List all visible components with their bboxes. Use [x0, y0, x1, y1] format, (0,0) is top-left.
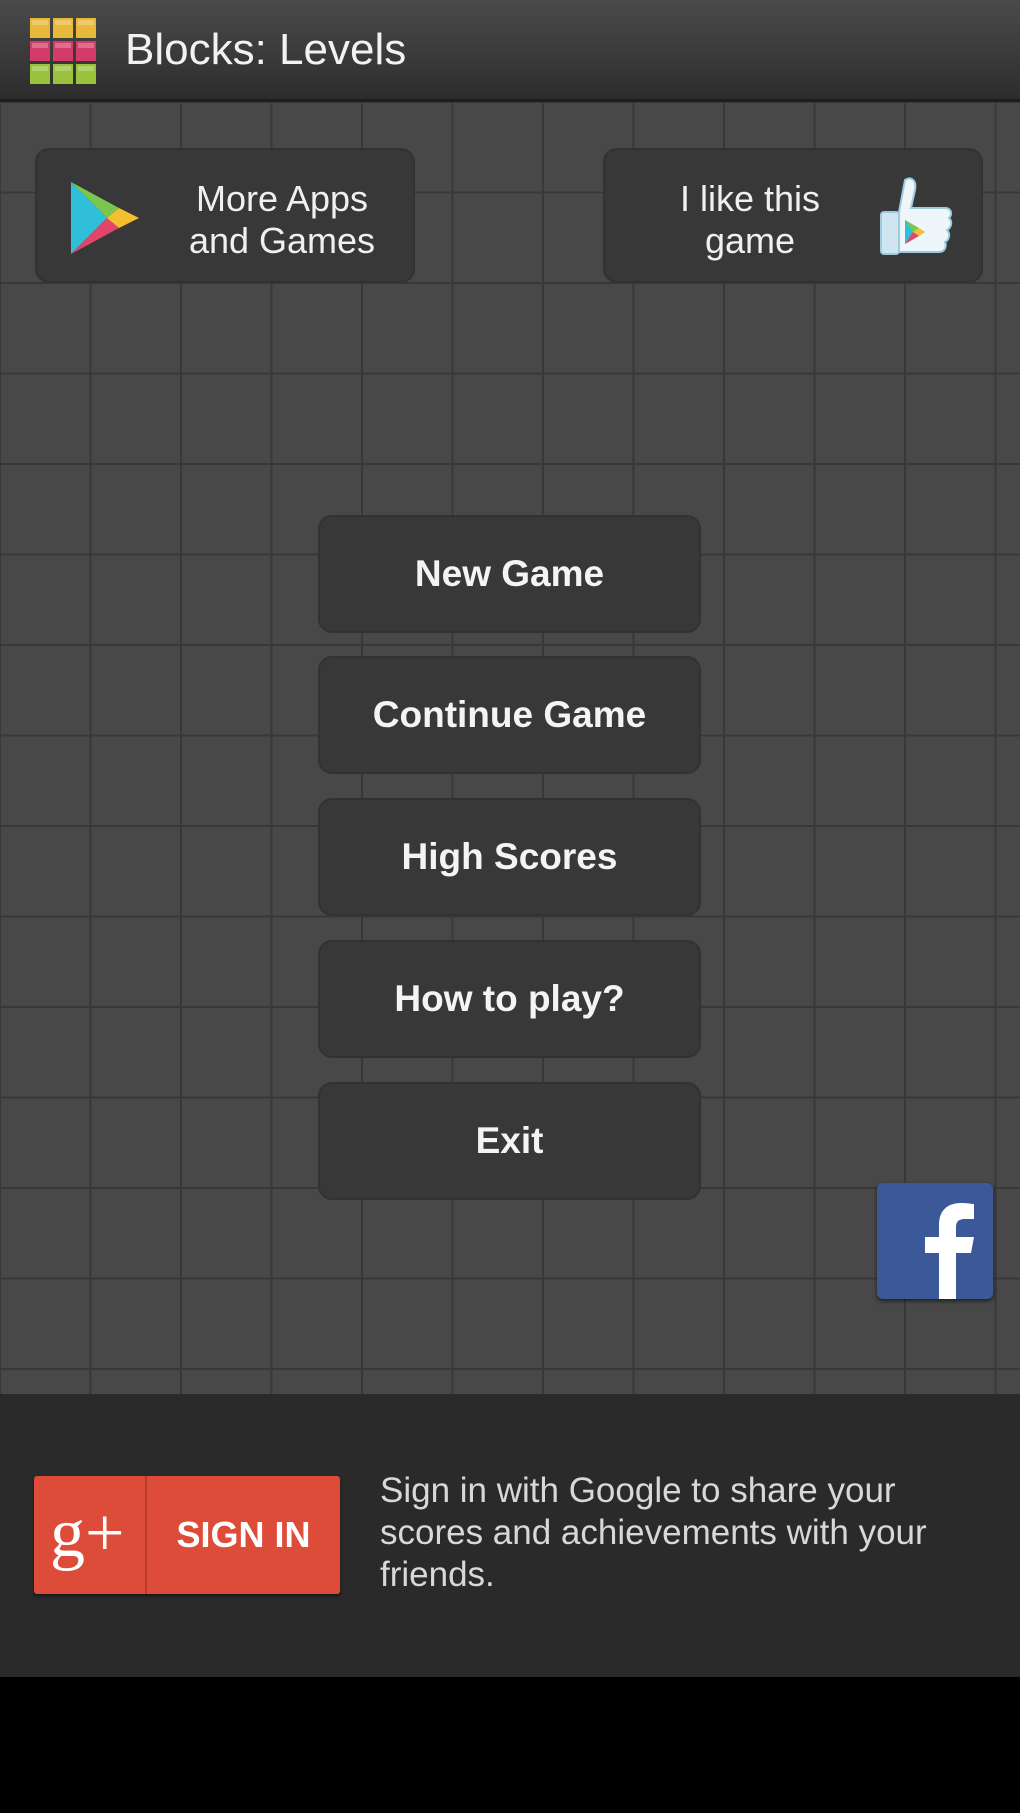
signin-description: Sign in with Google to share your scores…: [380, 1471, 927, 1594]
like-game-button[interactable]: I like this game: [603, 148, 983, 283]
action-bar: Blocks: Levels: [0, 0, 1020, 102]
more-apps-label-line2: and Games: [188, 220, 376, 261]
exit-button[interactable]: Exit: [318, 1082, 701, 1200]
new-game-button[interactable]: New Game: [318, 515, 701, 633]
more-apps-label-line1: More Apps: [195, 178, 369, 219]
how-to-play-button[interactable]: How to play?: [318, 940, 701, 1058]
blocks-grid-icon: [30, 18, 96, 84]
facebook-icon: [925, 1203, 974, 1299]
bottom-blank-area: [0, 1677, 1020, 1813]
thumbs-up-play-icon: [880, 177, 953, 255]
screen: Blocks: Levels More Apps and Games I lik…: [0, 0, 1020, 1813]
google-play-icon: [71, 182, 139, 254]
more-apps-button[interactable]: More Apps and Games: [35, 148, 415, 283]
google-plus-logo-area: g+: [34, 1476, 147, 1594]
continue-game-button[interactable]: Continue Game: [318, 656, 701, 774]
like-game-label: I like this game: [635, 178, 865, 262]
like-game-label-line2: game: [704, 220, 796, 261]
like-game-label-line1: I like this: [679, 178, 821, 219]
high-scores-button[interactable]: High Scores: [318, 798, 701, 916]
google-plus-signin-button[interactable]: g+ SIGN IN: [34, 1476, 340, 1594]
more-apps-label: More Apps and Games: [167, 178, 397, 262]
google-plus-icon: g+: [50, 1495, 125, 1572]
signin-button-label: SIGN IN: [176, 1514, 311, 1555]
app-title: Blocks: Levels: [125, 25, 407, 74]
facebook-button[interactable]: [877, 1183, 993, 1299]
